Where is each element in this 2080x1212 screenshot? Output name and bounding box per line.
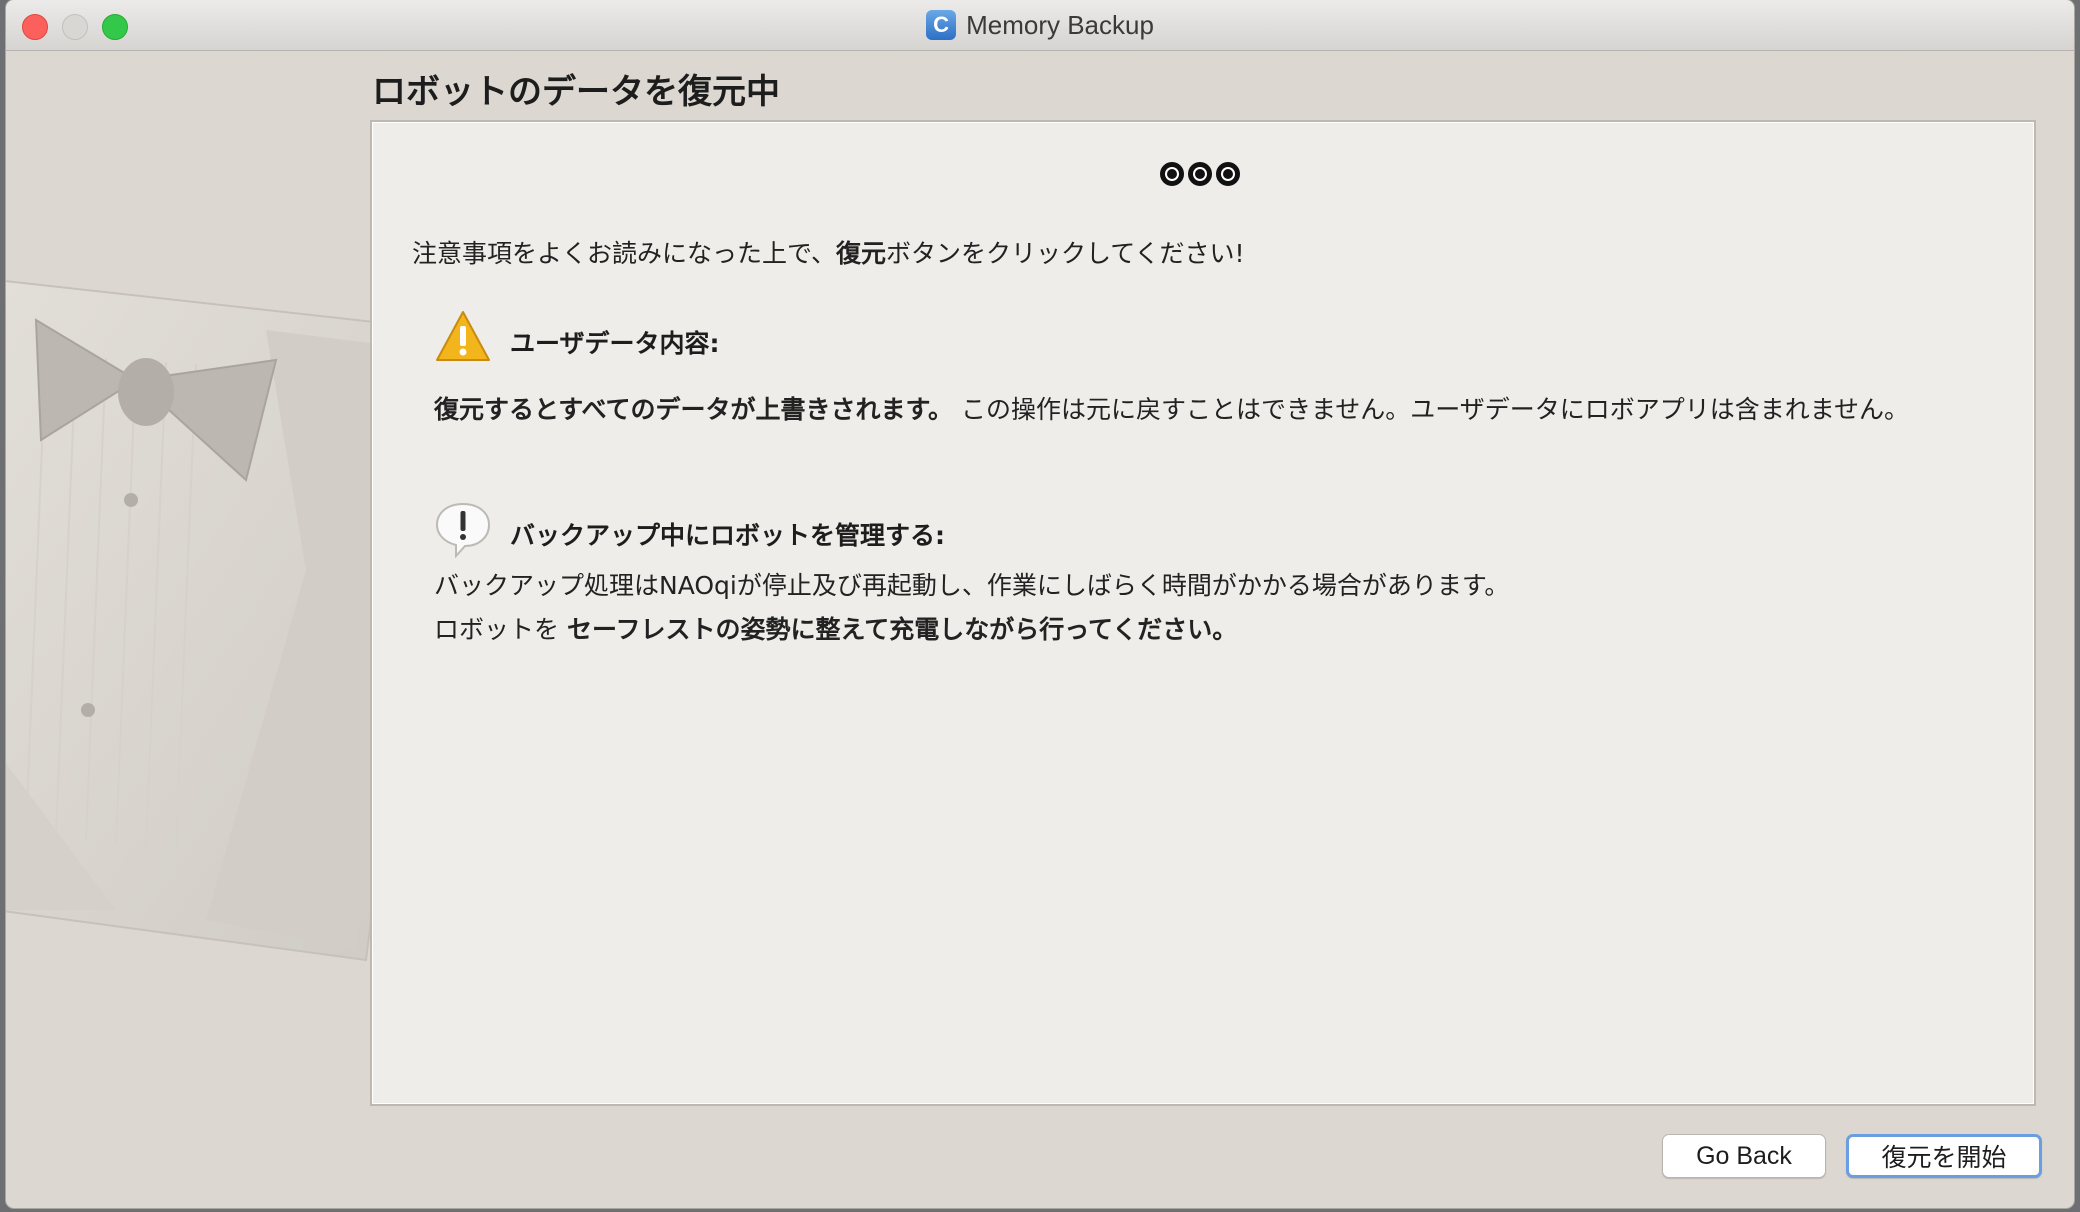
step-3-icon — [1216, 162, 1240, 186]
progress-indicator — [1160, 162, 1240, 186]
step-1-icon — [1160, 162, 1184, 186]
manage-robot-section-title: バックアップ中にロボットを管理する: — [510, 521, 945, 550]
warning-triangle-icon — [434, 308, 492, 366]
exclamation-bubble-icon — [434, 500, 492, 559]
go-back-button[interactable]: Go Back — [1662, 1134, 1826, 1178]
content-panel: 注意事項をよくお読みになった上で、復元ボタンをクリックしてください! ユーザデー… — [370, 120, 2036, 1106]
manage-robot-line-1: バックアップ処理はNAOqiが停止及び再起動し、作業にしばらく時間がかかる場合が… — [434, 571, 1510, 600]
step-2-icon — [1188, 162, 1212, 186]
manage-robot-section-body: バックアップ処理はNAOqiが停止及び再起動し、作業にしばらく時間がかかる場合が… — [434, 564, 1509, 652]
page-title: ロボットのデータを復元中 — [372, 72, 780, 112]
title-bar: C Memory Backup — [6, 0, 2074, 51]
user-data-section-body: 復元するとすべてのデータが上書きされます。 この操作は元に戻すことはできません。… — [434, 395, 1909, 424]
user-data-section-title: ユーザデータ内容: — [510, 329, 720, 358]
window-title: Memory Backup — [966, 9, 1154, 40]
instructions-text: 注意事項をよくお読みになった上で、復元ボタンをクリックしてください! — [412, 239, 1245, 268]
app-window: C Memory Backup ロボットのデータを復元中 注意事項をよくお読みに… — [6, 0, 2074, 1208]
start-restore-button[interactable]: 復元を開始 — [1846, 1134, 2042, 1178]
app-icon: C — [926, 10, 957, 40]
manage-robot-line-2: ロボットを セーフレストの姿勢に整えて充電しながら行ってください。 — [434, 615, 1238, 644]
